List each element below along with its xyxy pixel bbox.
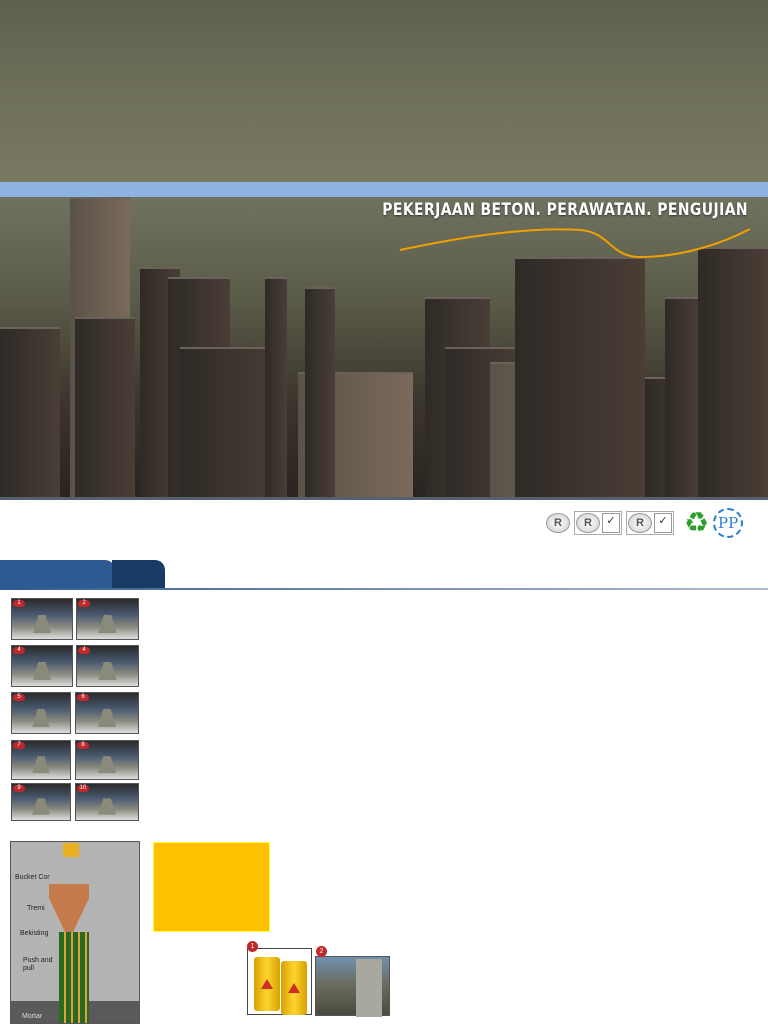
step-badge: 4 bbox=[13, 647, 25, 654]
decorative-curve bbox=[399, 228, 751, 259]
step-badge: 9 bbox=[13, 785, 25, 792]
step-badge: 6 bbox=[77, 694, 89, 701]
highlight-box bbox=[153, 842, 270, 932]
photo-badge: 2 bbox=[316, 946, 327, 957]
slump-step-thumbnail: 1 bbox=[11, 598, 73, 640]
slump-step-thumbnail: 4 bbox=[11, 645, 73, 687]
page-title: PEKERJAAN BETON. PERAWATAN. PENGUJIAN bbox=[382, 200, 748, 220]
slump-cone bbox=[97, 798, 117, 815]
slump-step-thumbnail: 4 bbox=[76, 645, 139, 687]
section-tab-dark bbox=[112, 560, 165, 590]
curing-worker-photo bbox=[315, 956, 390, 1017]
label-tremi: Tremi bbox=[27, 905, 45, 912]
slump-step-thumbnail: 8 bbox=[75, 740, 139, 780]
registered-logo: R bbox=[546, 513, 570, 533]
slump-step-thumbnail: 9 bbox=[11, 783, 71, 821]
step-badge: 8 bbox=[77, 742, 89, 749]
registered-logo: R bbox=[628, 513, 652, 533]
step-badge: 5 bbox=[13, 694, 25, 701]
divider bbox=[0, 497, 768, 500]
slump-cone bbox=[33, 662, 51, 680]
slump-cone bbox=[32, 798, 50, 815]
pp-logo: PP bbox=[713, 508, 744, 538]
certificate-check-icon: ✓ bbox=[602, 513, 620, 533]
slump-cone bbox=[32, 756, 50, 774]
label-bucket-cor: Bucket Cor bbox=[15, 874, 50, 881]
slump-cone bbox=[98, 662, 117, 680]
step-badge: 10 bbox=[77, 785, 89, 792]
label-mortar: Mortar bbox=[22, 1013, 43, 1020]
curing-compound-photo bbox=[247, 948, 312, 1015]
tremie-diagram: Bucket Cor Tremi Bekisting Push and pull… bbox=[10, 841, 140, 1024]
label-push-pull: Push and pull bbox=[23, 957, 53, 972]
header-accent-bar bbox=[0, 182, 768, 197]
slump-step-thumbnail: 5 bbox=[11, 692, 71, 734]
slump-cone bbox=[98, 615, 117, 633]
recycle-icon: ♻ bbox=[684, 507, 710, 538]
step-badge: 7 bbox=[13, 742, 25, 749]
registered-logo: R bbox=[576, 513, 600, 533]
slump-cone bbox=[33, 615, 51, 633]
step-badge: 1 bbox=[13, 600, 25, 607]
crane-hook bbox=[63, 843, 79, 857]
certificate-check-icon: ✓ bbox=[654, 513, 672, 533]
slump-cone bbox=[97, 709, 117, 727]
slump-step-thumbnail: 10 bbox=[75, 783, 139, 821]
section-divider bbox=[0, 588, 768, 590]
header-sky-image bbox=[0, 0, 768, 182]
slump-cone bbox=[97, 756, 117, 774]
slump-step-thumbnail: 2 bbox=[76, 598, 139, 640]
step-badge: 2 bbox=[78, 600, 90, 607]
slump-cone bbox=[32, 709, 50, 727]
bucket-cor bbox=[49, 884, 89, 932]
section-tab bbox=[0, 560, 115, 590]
bekisting-column bbox=[59, 932, 89, 1023]
slump-step-thumbnail: 7 bbox=[11, 740, 71, 780]
certification-logos: R R ✓ R ✓ ♻ PP bbox=[546, 507, 744, 538]
label-bekisting: Bekisting bbox=[20, 930, 49, 937]
slump-step-thumbnail: 6 bbox=[75, 692, 139, 734]
step-badge: 4 bbox=[78, 647, 90, 654]
photo-badge: 1 bbox=[247, 941, 258, 952]
